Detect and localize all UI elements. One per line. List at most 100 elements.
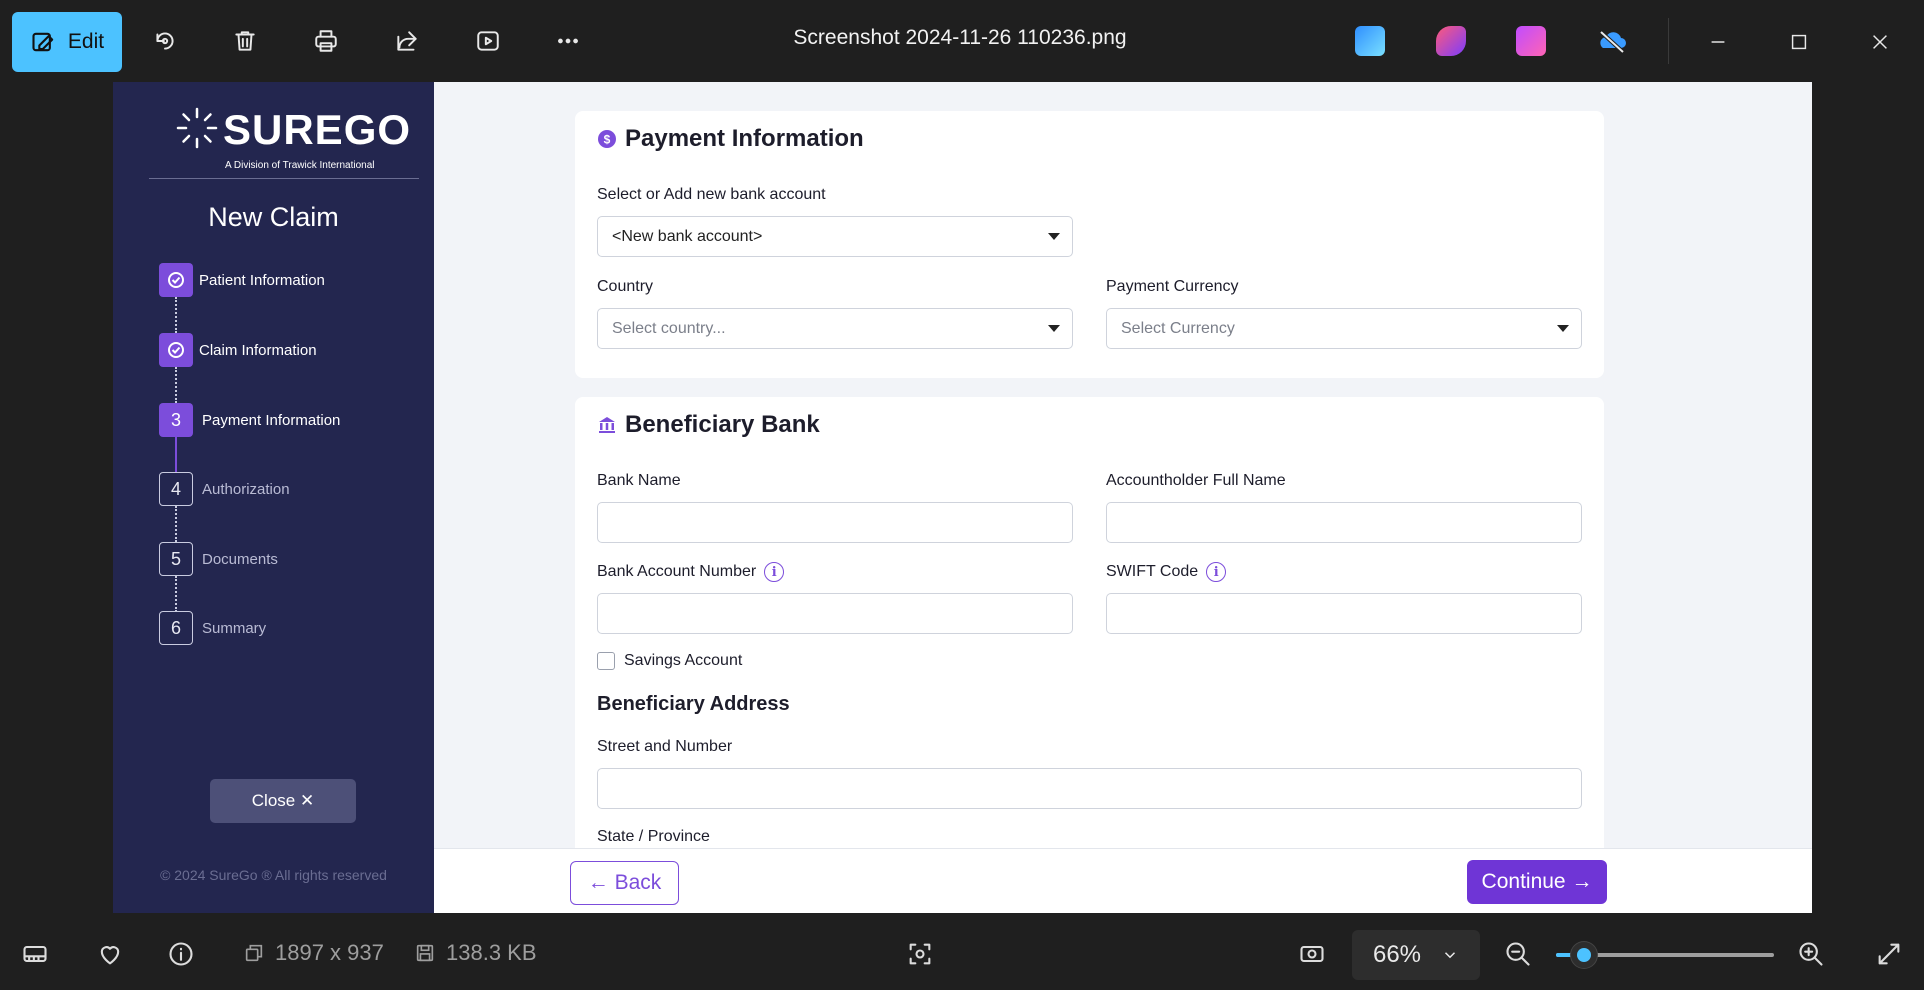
viewer-status-bar: 1897 x 937 138.3 KB 66% (0, 918, 1924, 990)
step-check-icon (159, 333, 193, 367)
step-number: 5 (159, 542, 193, 576)
image-dimensions: 1897 x 937 (243, 940, 384, 966)
filmstrip-button[interactable] (21, 940, 49, 968)
payment-title-text: Payment Information (625, 125, 864, 152)
step-patient-information[interactable]: Patient Information (159, 263, 325, 297)
street-number-label: Street and Number (597, 738, 733, 755)
rotate-button[interactable] (143, 19, 187, 63)
step-documents[interactable]: 5 Documents (159, 542, 278, 576)
close-claim-button[interactable]: Close ✕ (210, 779, 356, 823)
sun-logo-icon (176, 107, 218, 149)
edit-image-icon (32, 32, 54, 52)
step-connector (175, 576, 177, 612)
clipchamp-app-icon[interactable] (1516, 26, 1546, 56)
rotate-icon (156, 32, 174, 50)
zoom-in-button[interactable] (1797, 940, 1825, 968)
claim-form-area: $ Payment Information Select or Add new … (434, 82, 1812, 913)
payment-currency-select[interactable]: Select Currency (1106, 308, 1582, 349)
fullscreen-button[interactable] (1875, 940, 1903, 968)
step-summary[interactable]: 6 Summary (159, 611, 266, 645)
zoom-out-button[interactable] (1504, 940, 1532, 968)
bank-account-number-input[interactable] (597, 593, 1073, 634)
svg-text:$: $ (604, 133, 611, 147)
actual-size-button[interactable] (1298, 940, 1326, 968)
step-label: Authorization (202, 480, 290, 498)
chevron-down-icon (1444, 952, 1456, 959)
claim-sidebar: SUREGO A Division of Trawick Internation… (113, 82, 434, 913)
more-dots-icon (558, 38, 578, 44)
accountholder-name-input[interactable] (1106, 502, 1582, 543)
back-button[interactable]: ← Back (570, 861, 679, 905)
visual-search-button[interactable] (906, 940, 934, 968)
savings-account-label: Savings Account (624, 652, 743, 669)
beneficiary-title-text: Beneficiary Bank (625, 411, 820, 438)
beneficiary-bank-card: Beneficiary Bank Bank Name Accountholder… (575, 397, 1604, 857)
delete-button[interactable] (223, 19, 267, 63)
viewer-toolbar: Edit Screenshot 2024-11-26 110236.png (0, 0, 1924, 82)
info-icon[interactable]: i (1206, 562, 1227, 582)
savings-account-checkbox[interactable] (597, 652, 615, 670)
heart-icon (100, 946, 120, 965)
maximize-button[interactable] (1781, 24, 1817, 60)
swift-code-input[interactable] (1106, 593, 1582, 634)
swift-code-label: SWIFT Code i (1106, 562, 1227, 582)
accountholder-name-label: Accountholder Full Name (1106, 472, 1286, 489)
visual-search-icon (909, 943, 931, 965)
onedrive-off-icon[interactable] (1597, 26, 1627, 56)
info-circle-icon (169, 942, 193, 966)
print-button[interactable] (304, 19, 348, 63)
more-options-button[interactable] (546, 19, 590, 63)
bank-name-label: Bank Name (597, 472, 681, 489)
continue-button[interactable]: Continue → (1467, 860, 1607, 904)
step-label: Summary (202, 619, 267, 637)
printer-icon (315, 30, 337, 52)
minimize-icon (1711, 41, 1725, 43)
save-disk-icon (416, 944, 434, 962)
file-size: 138.3 KB (414, 940, 537, 966)
bank-account-number-label: Bank Account Number i (597, 562, 785, 582)
zoom-out-icon (1506, 942, 1530, 966)
country-placeholder: Select country... (612, 319, 726, 337)
actual-size-icon (1300, 945, 1324, 963)
zoom-level-dropdown[interactable]: 66% (1352, 930, 1480, 980)
file-size-text: 138.3 KB (446, 940, 537, 965)
swift-code-label-text: SWIFT Code (1106, 563, 1199, 580)
file-info-button[interactable] (167, 940, 195, 968)
dimensions-icon (245, 944, 263, 962)
step-connector (175, 437, 177, 473)
country-select[interactable]: Select country... (597, 308, 1073, 349)
payment-currency-label: Payment Currency (1106, 278, 1239, 295)
street-number-input[interactable] (597, 768, 1582, 809)
edit-button[interactable]: Edit (12, 12, 122, 72)
currency-placeholder: Select Currency (1121, 319, 1235, 337)
close-icon (1873, 35, 1887, 49)
close-window-button[interactable] (1862, 24, 1898, 60)
photos-app-icon[interactable] (1355, 26, 1385, 56)
zoom-level-text: 66% (1372, 941, 1422, 968)
step-label: Documents (202, 550, 278, 568)
info-icon[interactable]: i (764, 562, 785, 582)
payment-card-title: $ Payment Information (597, 125, 864, 153)
designer-app-icon[interactable] (1436, 26, 1466, 56)
maximize-icon (1791, 34, 1807, 50)
slideshow-button[interactable] (466, 19, 510, 63)
step-connector (175, 506, 177, 542)
chevron-down-icon (1048, 233, 1060, 240)
zoom-slider-thumb[interactable] (1571, 942, 1598, 968)
step-number: 4 (159, 472, 193, 506)
minimize-button[interactable] (1700, 24, 1736, 60)
bank-account-select-value: <New bank account> (612, 227, 763, 245)
form-footer: ← Back Continue → (434, 848, 1812, 913)
bank-account-select[interactable]: <New bank account> (597, 216, 1073, 257)
share-button[interactable] (385, 19, 429, 63)
step-authorization[interactable]: 4 Authorization (159, 472, 290, 506)
toolbar-divider (1668, 18, 1669, 64)
bank-account-select-label: Select or Add new bank account (597, 186, 826, 203)
favorite-button[interactable] (96, 940, 124, 968)
step-claim-information[interactable]: Claim Information (159, 333, 317, 367)
bank-name-input[interactable] (597, 502, 1073, 543)
chevron-down-icon (1048, 325, 1060, 332)
window-title: Screenshot 2024-11-26 110236.png (793, 26, 1127, 49)
step-connector (175, 367, 177, 403)
step-payment-information[interactable]: 3 Payment Information (159, 403, 340, 437)
